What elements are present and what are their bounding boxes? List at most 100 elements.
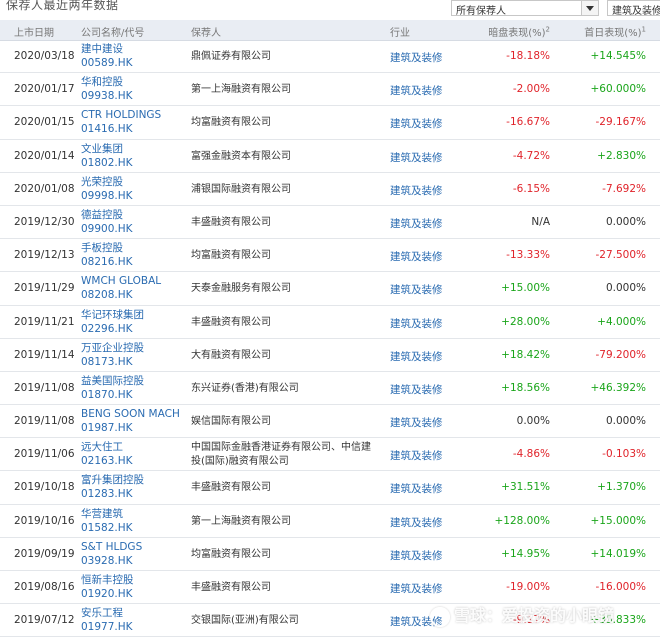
table-header: 上市日期 公司名称/代号 保荐人 行业 暗盘表现(%)2 首日表现(%)1 xyxy=(0,20,660,41)
stock-code-link[interactable]: 01582.HK xyxy=(81,522,133,535)
stock-code-link[interactable]: 01283.HK xyxy=(81,488,133,501)
sponsor-name: 中国国际金融香港证券有限公司、中信建 投(国际)融资有限公司 xyxy=(191,442,371,468)
sponsor-name: 第一上海融资有限公司 xyxy=(191,84,291,96)
industry-link[interactable]: 建筑及装修 xyxy=(390,415,443,430)
col-date[interactable]: 上市日期 xyxy=(14,24,54,39)
company-name-link[interactable]: 德益控股 xyxy=(81,209,123,222)
industry-link[interactable]: 建筑及装修 xyxy=(390,581,443,596)
first-day-performance: +2.830% xyxy=(597,149,646,162)
industry-link[interactable]: 建筑及装修 xyxy=(390,481,443,496)
first-day-performance: +14.019% xyxy=(590,547,646,560)
gray-market-performance: -13.33% xyxy=(506,249,550,262)
listing-date: 2020/01/14 xyxy=(14,149,75,162)
industry-link[interactable]: 建筑及装修 xyxy=(390,116,443,131)
company-name-link[interactable]: 华记环球集团 xyxy=(81,309,144,322)
company-name-link[interactable]: 华和控股 xyxy=(81,76,123,89)
gray-market-performance: 0.00% xyxy=(516,415,550,428)
table-row: 2020/01/14 文业集团 01802.HK 富强金融资本有限公司 建筑及装修 -4.… xyxy=(0,140,660,173)
company-name-link[interactable]: 富升集团控股 xyxy=(81,474,144,487)
listing-date: 2019/10/16 xyxy=(14,514,75,527)
table-row: 2019/12/30 德益控股 09900.HK 丰盛融资有限公司 建筑及装修 N/A 0.… xyxy=(0,206,660,240)
gray-market-performance: N/A xyxy=(531,215,550,228)
industry-link[interactable]: 建筑及装修 xyxy=(390,548,443,563)
company-name-link[interactable]: 益美国际控股 xyxy=(81,375,144,388)
sponsor-name: 丰盛融资有限公司 xyxy=(191,582,271,593)
company-name-link[interactable]: WMCH GLOBAL xyxy=(81,275,161,288)
first-day-performance: -16.000% xyxy=(595,581,646,593)
sponsor-name: 第一上海融资有限公司 xyxy=(191,515,291,527)
company-name-link[interactable]: BENG SOON MACH xyxy=(81,408,180,421)
industry-link[interactable]: 建筑及装修 xyxy=(390,50,443,65)
listing-date: 2019/10/18 xyxy=(14,481,75,494)
gray-market-performance: +31.51% xyxy=(501,481,550,494)
table-row: 2019/09/19 S&T HLDGS 03928.HK 均富融资有限公司 建筑及装修… xyxy=(0,538,660,571)
first-day-performance: -7.692% xyxy=(602,182,646,195)
sponsor-name: 均富融资有限公司 xyxy=(191,548,271,560)
industry-link[interactable]: 建筑及装修 xyxy=(390,216,443,231)
first-day-performance: +15.000% xyxy=(590,514,646,527)
table-row: 2019/10/18 富升集团控股 01283.HK 丰盛融资有限公司 建筑及装修 +31… xyxy=(0,471,660,505)
gray-market-performance: -2.00% xyxy=(512,83,550,96)
stock-code-link[interactable]: 01416.HK xyxy=(81,123,133,136)
stock-code-link[interactable]: 09900.HK xyxy=(81,223,133,236)
company-name-link[interactable]: 万亚企业控股 xyxy=(81,342,144,355)
gray-market-performance: +18.56% xyxy=(501,381,550,394)
company-name-link[interactable]: 手板控股 xyxy=(81,242,123,255)
stock-code-link[interactable]: 01987.HK xyxy=(81,422,133,435)
industry-link[interactable]: 建筑及装修 xyxy=(390,183,443,198)
industry-link[interactable]: 建筑及装修 xyxy=(390,382,443,397)
col-company[interactable]: 公司名称/代号 xyxy=(81,24,144,39)
company-name-link[interactable]: 光荣控股 xyxy=(81,176,123,189)
stock-code-link[interactable]: 08216.HK xyxy=(81,256,133,269)
listing-date: 2019/08/16 xyxy=(14,581,75,593)
gray-market-performance: -16.67% xyxy=(506,116,550,129)
industry-link[interactable]: 建筑及装修 xyxy=(390,515,443,530)
section-title: 保荐人最近两年数据 xyxy=(6,0,119,12)
industry-filter[interactable]: 建筑及装修 xyxy=(607,0,660,16)
company-name-link[interactable]: 远大住工 xyxy=(81,441,123,454)
chevron-down-icon[interactable] xyxy=(581,1,598,15)
company-name-link[interactable]: 建中建设 xyxy=(81,43,123,56)
industry-link[interactable]: 建筑及装修 xyxy=(390,249,443,264)
first-day-performance: +4.000% xyxy=(597,315,646,328)
company-name-link[interactable]: 文业集团 xyxy=(81,143,123,156)
col-first-day[interactable]: 首日表现(%)1 xyxy=(584,24,646,39)
stock-code-link[interactable]: 09938.HK xyxy=(81,90,133,103)
col-sponsor[interactable]: 保荐人 xyxy=(191,24,221,39)
sponsor-name: 浦银国际融资有限公司 xyxy=(191,183,291,195)
industry-link[interactable]: 建筑及装修 xyxy=(390,282,443,297)
industry-link[interactable]: 建筑及装修 xyxy=(390,349,443,364)
stock-code-link[interactable]: 02296.HK xyxy=(81,323,133,336)
industry-link[interactable]: 建筑及装修 xyxy=(390,150,443,165)
company-name-link[interactable]: 恒新丰控股 xyxy=(81,574,134,587)
first-day-performance: +14.545% xyxy=(590,50,646,62)
sponsor-name: 交银国际(亚洲)有限公司 xyxy=(191,615,299,627)
sponsor-name: 均富融资有限公司 xyxy=(191,117,271,129)
col-gray-market[interactable]: 暗盘表现(%)2 xyxy=(488,24,550,39)
stock-code-link[interactable]: 01977.HK xyxy=(81,621,133,634)
col-industry[interactable]: 行业 xyxy=(390,24,410,39)
stock-code-link[interactable]: 09998.HK xyxy=(81,190,133,203)
stock-code-link[interactable]: 01920.HK xyxy=(81,588,133,601)
listing-date: 2019/11/06 xyxy=(14,448,75,461)
listing-date: 2020/01/17 xyxy=(14,83,75,96)
table-row: 2019/10/16 华营建筑 01582.HK 第一上海融资有限公司 建筑及装修 +12… xyxy=(0,505,660,538)
company-name-link[interactable]: S&T HLDGS xyxy=(81,541,142,554)
company-name-link[interactable]: 安乐工程 xyxy=(81,607,123,620)
industry-link[interactable]: 建筑及装修 xyxy=(390,83,443,98)
stock-code-link[interactable]: 01802.HK xyxy=(81,157,133,170)
first-day-performance: 0.000% xyxy=(605,415,646,428)
industry-link[interactable]: 建筑及装修 xyxy=(390,448,443,463)
stock-code-link[interactable]: 03928.HK xyxy=(81,555,133,568)
stock-code-link[interactable]: 00589.HK xyxy=(81,57,133,70)
company-name-link[interactable]: 华营建筑 xyxy=(81,508,123,521)
company-name-link[interactable]: CTR HOLDINGS xyxy=(81,109,161,122)
stock-code-link[interactable]: 01870.HK xyxy=(81,389,133,402)
stock-code-link[interactable]: 08208.HK xyxy=(81,289,133,302)
stock-code-link[interactable]: 02163.HK xyxy=(81,455,133,468)
industry-link[interactable]: 建筑及装修 xyxy=(390,316,443,331)
stock-code-link[interactable]: 08173.HK xyxy=(81,356,133,369)
sponsor-select[interactable]: 所有保荐人 xyxy=(451,0,599,17)
table-row: 2019/08/16 恒新丰控股 01920.HK 丰盛融资有限公司 建筑及装修 -19.… xyxy=(0,571,660,605)
listing-date: 2019/11/21 xyxy=(14,315,75,328)
